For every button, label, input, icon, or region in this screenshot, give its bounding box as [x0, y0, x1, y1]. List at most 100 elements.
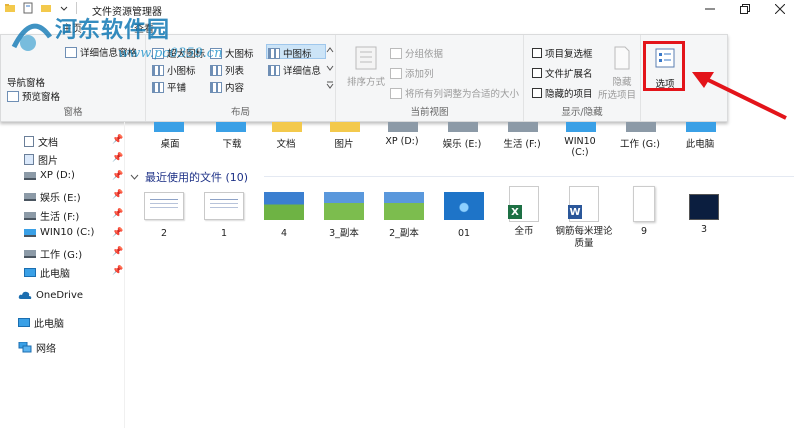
folder-icon[interactable]	[4, 2, 16, 14]
layout-list-label: 列表	[225, 66, 245, 77]
layout-large-icons-label: 大图标	[225, 49, 254, 60]
add-columns-button[interactable]: 添加列	[390, 66, 434, 80]
pictures-icon	[330, 122, 360, 132]
layout-details[interactable]: 详细信息	[268, 63, 321, 77]
chevron-down-icon	[130, 174, 139, 180]
pinned-folder-label: 文档	[276, 139, 296, 150]
sort-icon	[355, 46, 377, 70]
nav-item-drive-f[interactable]: 生活 (F:)	[24, 208, 79, 223]
red-arrow-icon	[692, 72, 787, 120]
hide-selected-button[interactable]: 隐藏	[604, 45, 640, 88]
watermark-title: 河东软件园	[55, 17, 171, 43]
nav-item-label: 文档	[38, 138, 58, 149]
nav-item-documents[interactable]: 文档	[24, 134, 58, 149]
file-item[interactable]: 2	[134, 192, 194, 240]
content-icon	[210, 81, 222, 93]
file-extensions-toggle[interactable]: 文件扩展名	[532, 66, 593, 80]
item-checkboxes-label: 项目复选框	[545, 49, 593, 60]
file-item[interactable]: 01	[434, 192, 494, 240]
nav-item-this-pc-pinned[interactable]: 此电脑	[24, 265, 70, 280]
nav-item-label: 此电脑	[40, 269, 70, 280]
nav-item-label: 图片	[38, 156, 58, 167]
file-extensions-label: 文件扩展名	[545, 69, 593, 80]
image-thumbnail	[689, 194, 719, 220]
file-item[interactable]: X 全币	[494, 186, 554, 238]
navigation-pane: 文档 📌 图片 📌 XP (D:) 📌 娱乐 (E:) 📌 生活 (F:) 📌 …	[0, 122, 125, 428]
layout-medium-icons[interactable]: 中图标	[268, 46, 312, 60]
group-by-label: 分组依据	[405, 49, 444, 60]
nav-item-label: 生活 (F:)	[40, 212, 80, 223]
file-explorer-window: 文件资源管理器 主页 查看 详细信息窗格 导航窗格 预览窗格 窗格 超大图标 大…	[0, 0, 800, 428]
file-item[interactable]: W 钢筋每米理论质量	[554, 186, 614, 250]
layout-list[interactable]: 列表	[210, 63, 244, 77]
drive-icon	[626, 122, 656, 132]
file-item[interactable]: 9	[614, 186, 674, 238]
layout-small-icons[interactable]: 小图标	[152, 63, 196, 77]
layout-scroll-up-icon[interactable]	[326, 47, 334, 53]
nav-item-drive-g[interactable]: 工作 (G:)	[24, 246, 82, 261]
pinned-folder-label: WIN10 (C:)	[564, 136, 596, 158]
nav-item-drive-e[interactable]: 娱乐 (E:)	[24, 189, 81, 204]
word-badge-icon: W	[568, 205, 582, 219]
content-area: 桌面 下载 文档 图片 XP (D:) 娱乐 (E:) 生活 (F:) WIN1…	[126, 122, 800, 428]
layout-tiles[interactable]: 平铺	[152, 80, 186, 94]
size-all-columns-button[interactable]: 将所有列调整为合适的大小	[390, 86, 519, 100]
recent-files-header[interactable]: 最近使用的文件 (10)	[130, 169, 248, 185]
document-icon	[24, 136, 34, 147]
size-columns-icon	[390, 87, 402, 99]
item-checkboxes-toggle[interactable]: 项目复选框	[532, 46, 593, 60]
file-name: 9	[640, 226, 648, 237]
nav-item-pictures[interactable]: 图片	[24, 152, 58, 167]
file-name: 1	[220, 228, 228, 239]
computer-icon	[686, 122, 716, 132]
file-item[interactable]: 4	[254, 192, 314, 240]
desktop-icon	[154, 122, 184, 132]
file-name: 3	[700, 224, 708, 235]
tiles-icon	[152, 81, 164, 93]
computer-icon	[24, 268, 36, 277]
minimize-icon	[705, 8, 715, 10]
nav-item-drive-d[interactable]: XP (D:)	[24, 170, 75, 181]
details-pane-icon	[65, 46, 77, 58]
group-by-icon	[390, 47, 402, 59]
file-item[interactable]: 2_副本	[374, 192, 434, 240]
preview-pane-button[interactable]: 预览窗格	[7, 89, 60, 103]
new-folder-icon[interactable]	[40, 2, 52, 14]
nav-item-label: 网络	[36, 344, 56, 355]
nav-item-network[interactable]: 网络	[18, 340, 56, 355]
nav-item-label: XP (D:)	[40, 170, 75, 181]
hidden-items-toggle[interactable]: 隐藏的项目	[532, 86, 593, 100]
group-label: 布局	[230, 107, 250, 118]
minimize-button[interactable]	[695, 0, 725, 18]
nav-item-drive-c[interactable]: WIN10 (C:)	[24, 227, 94, 238]
nav-item-this-pc[interactable]: 此电脑	[18, 315, 64, 330]
section-divider	[264, 176, 794, 177]
layout-scroll-down-icon[interactable]	[326, 65, 334, 71]
file-item[interactable]: 3	[674, 194, 734, 236]
documents-icon	[272, 122, 302, 132]
file-name: 3_副本	[329, 228, 359, 239]
document-thumbnail	[204, 192, 244, 220]
nav-item-onedrive[interactable]: OneDrive	[18, 290, 83, 301]
properties-icon[interactable]	[22, 2, 34, 14]
sort-by-button[interactable]: 排序方式	[346, 45, 386, 88]
layout-expand-icon[interactable]	[326, 81, 334, 89]
layout-tiles-label: 平铺	[167, 83, 187, 94]
close-button[interactable]	[765, 0, 795, 18]
pinned-folder-label: 娱乐 (E:)	[442, 139, 482, 150]
file-item[interactable]: 1	[194, 192, 254, 240]
navigation-pane-button[interactable]: 导航窗格	[7, 75, 45, 89]
computer-icon	[18, 318, 30, 327]
pictures-icon	[24, 154, 34, 165]
file-item[interactable]: 3_副本	[314, 192, 374, 240]
file-name: 01	[457, 228, 471, 239]
document-thumbnail	[144, 192, 184, 220]
hidden-items-label: 隐藏的项目	[545, 89, 593, 100]
maximize-button[interactable]	[730, 0, 760, 18]
pin-icon: 📌	[112, 247, 124, 257]
file-name: 钢筋每米理论质量	[555, 226, 613, 249]
recent-files-title: 最近使用的文件 (10)	[145, 171, 249, 184]
layout-content[interactable]: 内容	[210, 80, 244, 94]
download-icon	[216, 122, 246, 132]
group-by-button[interactable]: 分组依据	[390, 46, 443, 60]
